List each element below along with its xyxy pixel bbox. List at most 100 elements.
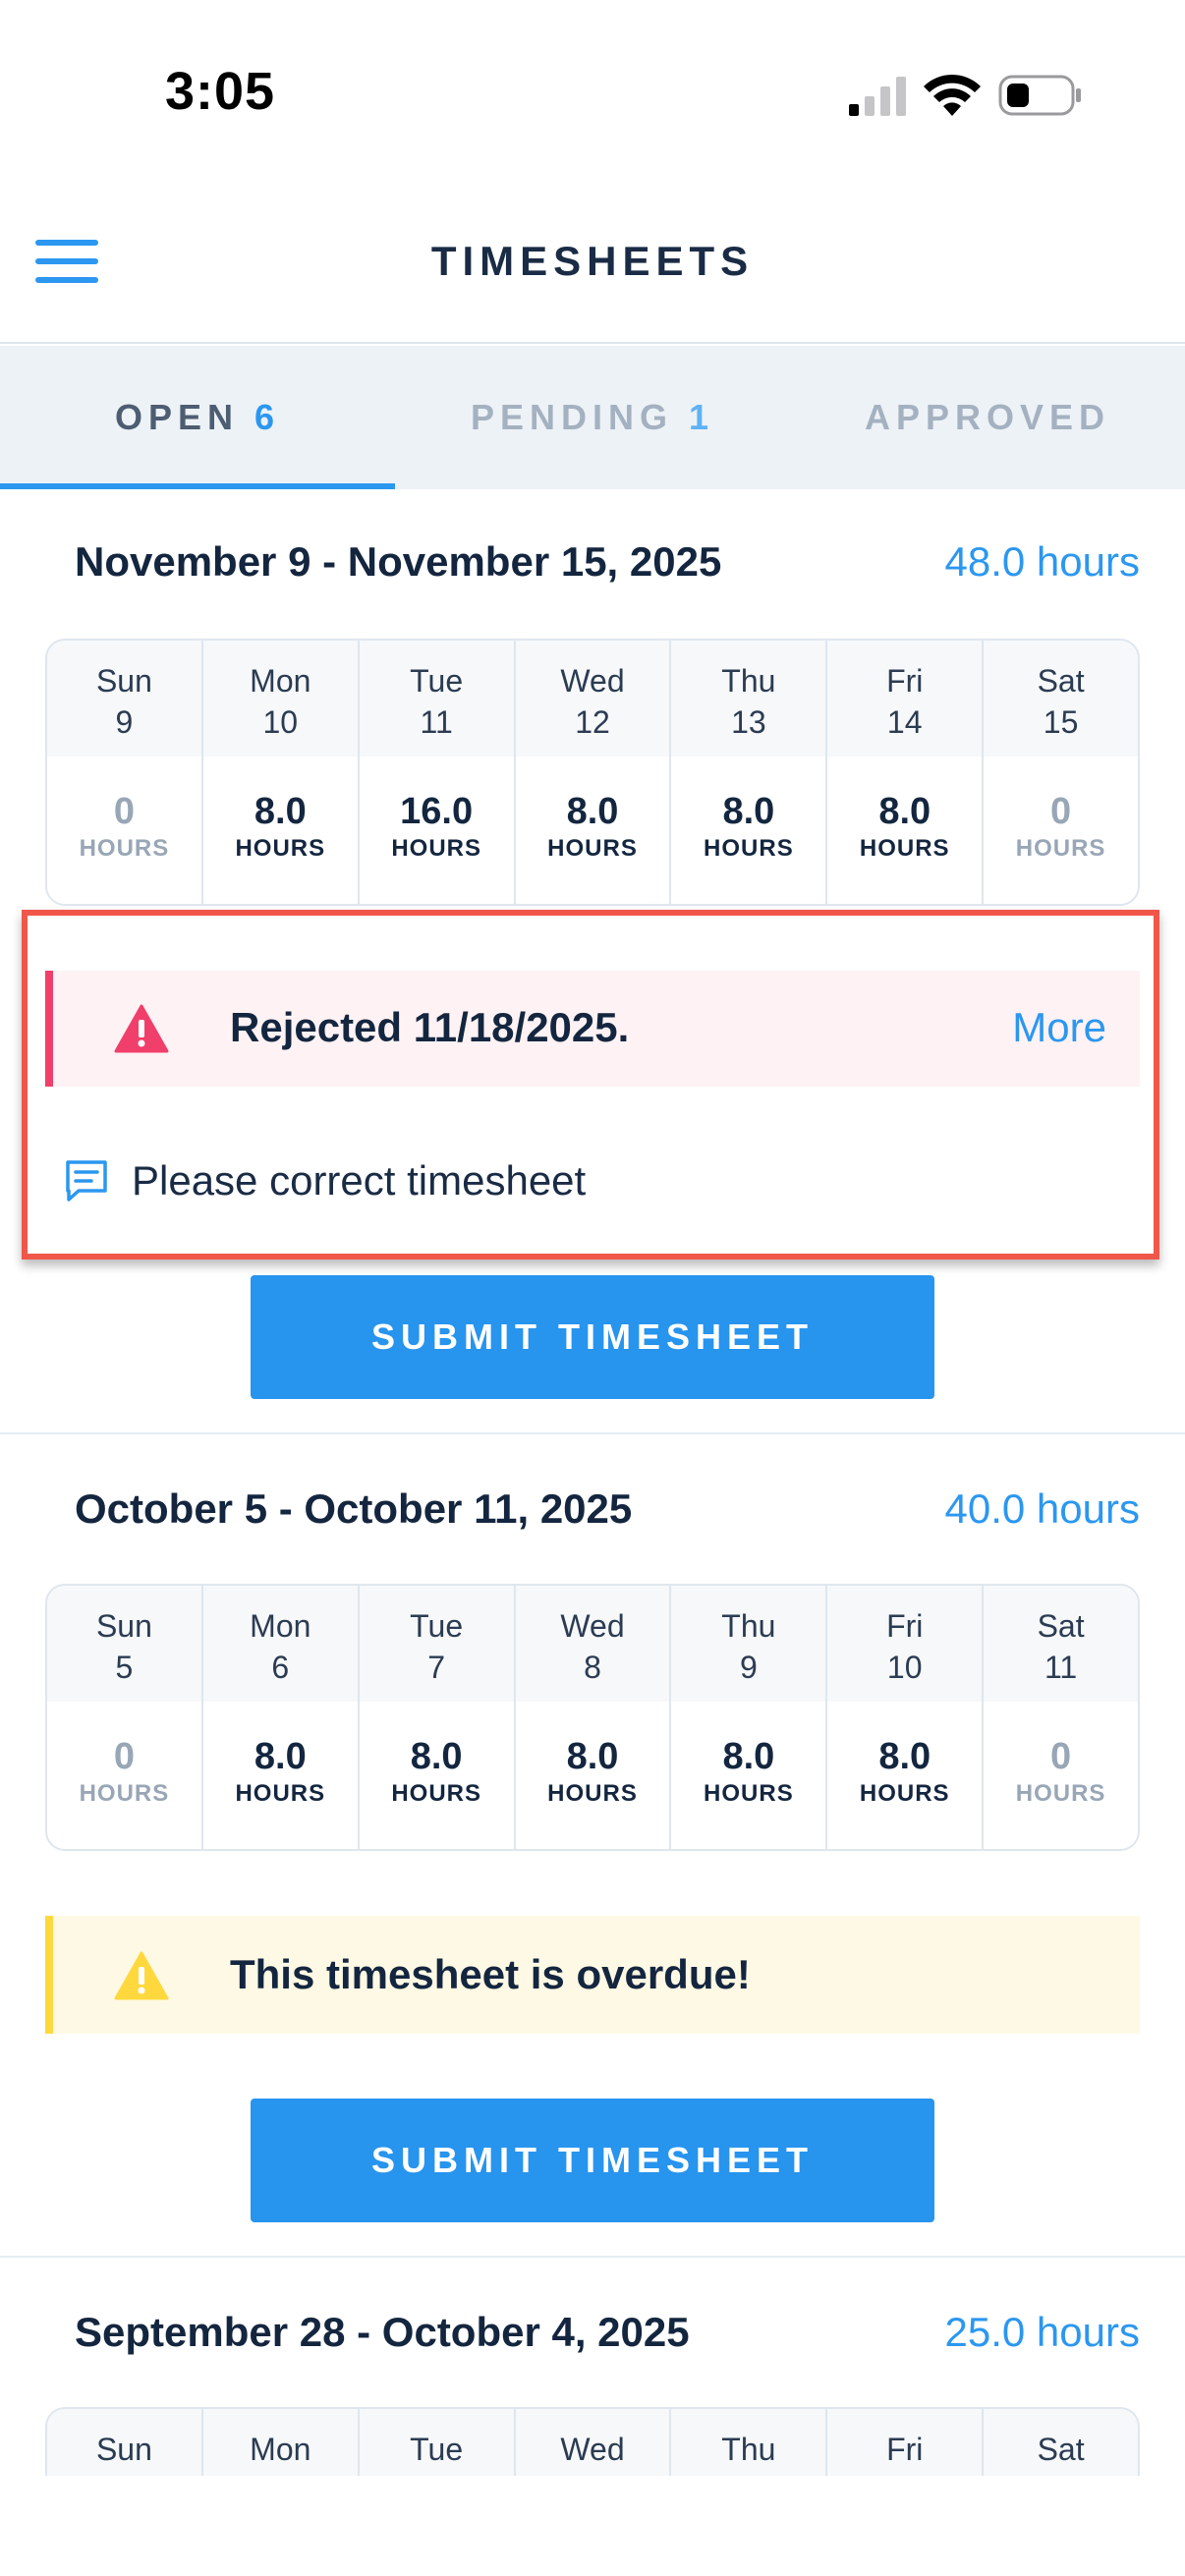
day-hours-label: HOURS xyxy=(547,1780,638,1807)
status-time: 3:05 xyxy=(165,62,276,121)
day-name: Sun xyxy=(95,1608,152,1644)
overdue-warning: This timesheet is overdue! xyxy=(45,1916,1140,2034)
day-hours-label: HOURS xyxy=(79,835,170,862)
day-cell-sat[interactable]: Sat xyxy=(984,2409,1138,2476)
day-cell-sat[interactable]: Sat 15 0 HOURS xyxy=(984,641,1138,904)
day-date: 9 xyxy=(739,1650,758,1685)
comment-icon xyxy=(66,1160,107,1202)
rejection-comment: Please correct timesheet xyxy=(132,1157,587,1204)
overdue-warning-text: This timesheet is overdue! xyxy=(230,1951,751,1997)
day-name: Mon xyxy=(250,663,311,699)
day-name: Fri xyxy=(886,1608,924,1644)
day-date: 11 xyxy=(420,704,453,740)
day-name: Tue xyxy=(410,1608,464,1644)
tab-pending[interactable]: PENDING 1 xyxy=(395,346,790,489)
tab-pending-count: 1 xyxy=(689,397,715,437)
day-hours: 16.0 xyxy=(400,791,474,832)
day-date: 14 xyxy=(886,704,923,740)
day-name: Thu xyxy=(721,663,776,699)
day-hours-label: HOURS xyxy=(235,1780,326,1807)
week-total-hours: 25.0 hours xyxy=(944,2309,1140,2355)
day-date: 8 xyxy=(584,1650,601,1685)
day-name: Thu xyxy=(721,1608,776,1644)
day-hours: 0 xyxy=(1050,1736,1072,1777)
day-date: 10 xyxy=(886,1650,923,1685)
day-date: 12 xyxy=(575,704,610,740)
day-date: 10 xyxy=(262,704,299,740)
day-cell-wed[interactable]: Wed xyxy=(515,2409,672,2476)
day-name: Mon xyxy=(250,1608,311,1644)
week-day-grid[interactable]: Sun Mon Tue Wed Thu Fri Sat xyxy=(45,2407,1140,2476)
day-cell-wed[interactable]: Wed 12 8.0 HOURS xyxy=(515,641,672,904)
wifi-icon xyxy=(924,74,981,116)
day-hours: 8.0 xyxy=(566,1736,619,1777)
tab-approved-label: APPROVED xyxy=(864,397,1111,437)
day-date: 13 xyxy=(731,704,766,740)
week-range-title[interactable]: October 5 - October 11, 2025 xyxy=(75,1485,632,1533)
day-hours: 8.0 xyxy=(722,791,775,832)
day-name: Wed xyxy=(560,2432,625,2467)
week-divider xyxy=(0,2256,1185,2258)
day-name: Sat xyxy=(1037,2432,1085,2467)
week-day-grid[interactable]: Sun 9 0 HOURS Mon 10 8.0 HOURS Tue 11 16.0 HOU… xyxy=(45,639,1140,906)
day-name: Fri xyxy=(886,2432,924,2467)
day-name: Fri xyxy=(886,663,924,699)
day-hours-label: HOURS xyxy=(547,835,638,862)
day-date: 5 xyxy=(115,1650,134,1685)
day-cell-sun[interactable]: Sun 9 0 HOURS xyxy=(47,641,203,904)
day-hours-label: HOURS xyxy=(1015,1780,1106,1807)
day-cell-thu[interactable]: Thu xyxy=(671,2409,828,2476)
day-hours-label: HOURS xyxy=(1015,835,1106,862)
day-hours-label: HOURS xyxy=(235,835,326,862)
day-cell-tue[interactable]: Tue 11 16.0 HOURS xyxy=(359,641,516,904)
tab-open-label: OPEN xyxy=(114,397,239,437)
day-cell-sun[interactable]: Sun xyxy=(47,2409,203,2476)
week-total-hours: 48.0 hours xyxy=(944,538,1140,585)
day-date: 7 xyxy=(427,1650,446,1685)
day-name: Wed xyxy=(560,663,625,699)
status-tabs: OPEN 6 PENDING 1 APPROVED xyxy=(0,346,1185,489)
day-cell-wed[interactable]: Wed 8 8.0 HOURS xyxy=(515,1586,672,1849)
battery-icon xyxy=(998,75,1081,116)
day-name: Wed xyxy=(560,1608,625,1644)
submit-timesheet-button[interactable]: SUBMIT TIMESHEET xyxy=(251,1275,934,1399)
submit-timesheet-button[interactable]: SUBMIT TIMESHEET xyxy=(251,2099,934,2222)
day-cell-mon[interactable]: Mon 10 8.0 HOURS xyxy=(202,641,360,904)
day-cell-sun[interactable]: Sun 5 0 HOURS xyxy=(47,1586,203,1849)
day-cell-tue[interactable]: Tue 7 8.0 HOURS xyxy=(359,1586,516,1849)
day-cell-mon[interactable]: Mon 6 8.0 HOURS xyxy=(202,1586,360,1849)
day-date: 6 xyxy=(271,1650,290,1685)
day-cell-tue[interactable]: Tue xyxy=(359,2409,516,2476)
warning-triangle-icon xyxy=(114,1951,169,2000)
day-cell-fri[interactable]: Fri xyxy=(827,2409,985,2476)
day-cell-sat[interactable]: Sat 11 0 HOURS xyxy=(984,1586,1138,1849)
week-total-hours: 40.0 hours xyxy=(944,1485,1140,1532)
day-cell-fri[interactable]: Fri 14 8.0 HOURS xyxy=(827,641,985,904)
week-day-grid[interactable]: Sun 5 0 HOURS Mon 6 8.0 HOURS Tue 7 8.0 HOURS … xyxy=(45,1584,1140,1851)
day-cell-fri[interactable]: Fri 10 8.0 HOURS xyxy=(827,1586,985,1849)
day-hours: 8.0 xyxy=(254,791,307,832)
day-hours: 0 xyxy=(1050,791,1072,832)
day-hours: 8.0 xyxy=(878,1736,931,1777)
day-cell-thu[interactable]: Thu 13 8.0 HOURS xyxy=(671,641,828,904)
day-hours-label: HOURS xyxy=(859,835,950,862)
day-name: Thu xyxy=(721,2432,776,2467)
more-link[interactable]: More xyxy=(1012,1004,1106,1051)
day-cell-mon[interactable]: Mon xyxy=(202,2409,360,2476)
week-range-title[interactable]: September 28 - October 4, 2025 xyxy=(75,2309,690,2356)
day-date: 11 xyxy=(1044,1650,1078,1685)
day-cell-thu[interactable]: Thu 9 8.0 HOURS xyxy=(671,1586,828,1849)
tab-approved[interactable]: APPROVED xyxy=(790,346,1185,489)
page-title: TIMESHEETS xyxy=(430,238,755,284)
day-hours: 8.0 xyxy=(254,1736,307,1777)
day-hours: 8.0 xyxy=(878,791,931,832)
day-hours: 0 xyxy=(113,1736,135,1777)
day-name: Sun xyxy=(95,663,152,699)
week-range-title[interactable]: November 9 - November 15, 2025 xyxy=(75,538,721,586)
day-hours-label: HOURS xyxy=(79,1780,170,1807)
day-name: Sun xyxy=(95,2432,152,2467)
app-header: TIMESHEETS xyxy=(0,196,1185,344)
tab-open[interactable]: OPEN 6 xyxy=(0,346,395,489)
day-date: 9 xyxy=(115,704,134,740)
day-date: 15 xyxy=(1043,704,1079,740)
